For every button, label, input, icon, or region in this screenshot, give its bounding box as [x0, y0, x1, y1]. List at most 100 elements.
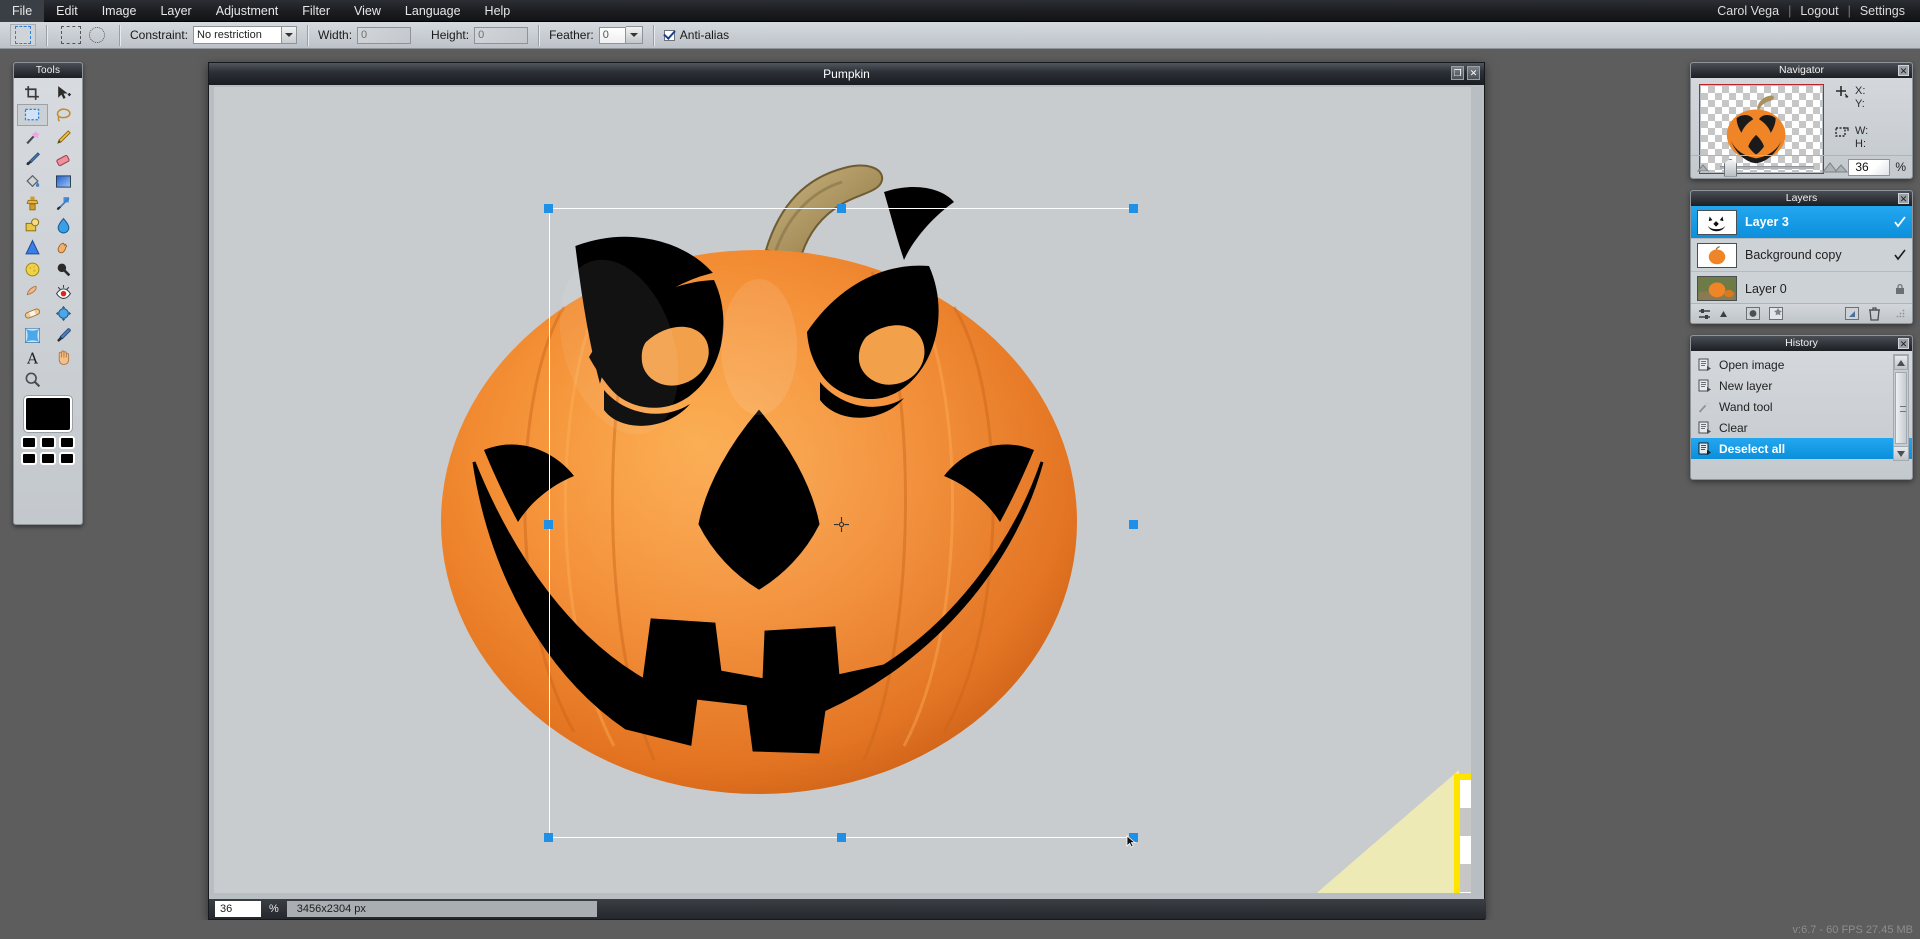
constraint-select[interactable]: No restriction [193, 26, 298, 44]
red-eye-tool[interactable] [48, 280, 79, 302]
clone-stamp-tool[interactable] [17, 192, 48, 214]
menu-item-filter[interactable]: Filter [290, 0, 342, 22]
layers-title-text: Layers [1785, 192, 1818, 204]
sharpen-tool[interactable] [17, 236, 48, 258]
pinch-tool[interactable] [17, 324, 48, 346]
hand-tool[interactable] [48, 346, 79, 368]
bandaid-tool[interactable] [17, 302, 48, 324]
type-tool[interactable]: A [17, 346, 48, 368]
history-item-clear[interactable]: Clear [1691, 417, 1912, 438]
trash-icon[interactable] [1868, 306, 1881, 321]
dodge-tool[interactable] [48, 236, 79, 258]
restore-window-button[interactable]: ❐ [1451, 66, 1464, 80]
menu-item-layer[interactable]: Layer [148, 0, 203, 22]
menu-item-language[interactable]: Language [393, 0, 473, 22]
eyedropper-tool[interactable] [48, 324, 79, 346]
antialias-checkbox[interactable] [663, 29, 675, 41]
chevron-down-icon[interactable] [281, 27, 297, 43]
bloat-tool[interactable] [48, 302, 79, 324]
scroll-up-arrow-icon[interactable] [1894, 355, 1908, 370]
caret-up-icon[interactable] [1720, 310, 1727, 317]
menu-item-adjustment[interactable]: Adjustment [204, 0, 291, 22]
eraser-tool[interactable] [48, 148, 79, 170]
close-icon[interactable]: ✕ [1898, 338, 1909, 349]
layer-row-layer-3[interactable]: Layer 3 [1691, 206, 1912, 239]
history-scrollbar[interactable] [1893, 354, 1909, 461]
zoom-slider-track[interactable] [1720, 158, 1815, 177]
close-icon[interactable]: ✕ [1898, 65, 1909, 76]
antialias-group[interactable]: Anti-alias [654, 22, 739, 49]
resize-grip-icon[interactable] [1896, 309, 1905, 318]
history-item-deselect-all[interactable]: Deselect all [1691, 438, 1912, 459]
foreground-color-swatch[interactable] [24, 396, 72, 432]
layer-lock-icon[interactable] [1894, 283, 1906, 295]
magic-wand-tool[interactable] [17, 126, 48, 148]
width-input[interactable]: 0 [357, 26, 412, 44]
zoom-tool[interactable] [17, 368, 48, 390]
rectangular-marquee-tool[interactable] [17, 104, 48, 126]
history-item-new-layer[interactable]: New layer [1691, 375, 1912, 396]
layer-mask-icon[interactable] [1746, 307, 1760, 320]
close-icon[interactable]: ✕ [1898, 193, 1909, 204]
color-swatch[interactable] [40, 452, 56, 465]
selection-handle-bottom-center[interactable] [837, 833, 846, 842]
duplicate-layer-icon[interactable] [1845, 307, 1859, 320]
canvas-area[interactable]: Place your cursor on the corner arrows. … [214, 87, 1471, 893]
layer-row-layer-0[interactable]: Layer 0 [1691, 272, 1912, 305]
color-swatch[interactable] [59, 436, 75, 449]
smudge-tool[interactable] [48, 192, 79, 214]
selection-mode-group [47, 22, 119, 49]
gradient-tool[interactable] [48, 170, 79, 192]
scroll-down-arrow-icon[interactable] [1893, 446, 1909, 461]
height-input[interactable]: 0 [474, 26, 529, 44]
navigator-zoom-input[interactable]: 36 [1848, 158, 1891, 176]
menu-item-file[interactable]: File [0, 0, 45, 22]
zoom-level-input[interactable]: 36 [215, 901, 261, 917]
feather-input[interactable]: 0 [598, 26, 626, 44]
document-title-bar[interactable]: Pumpkin ❐ ✕ [209, 63, 1484, 85]
layer-visibility-checkbox[interactable] [1894, 216, 1906, 228]
close-window-button[interactable]: ✕ [1467, 66, 1480, 80]
pencil-tool[interactable] [48, 126, 79, 148]
sponge-tool[interactable] [17, 258, 48, 280]
shape-tool[interactable] [17, 214, 48, 236]
settings-link[interactable]: Settings [1851, 0, 1914, 22]
menu-item-help[interactable]: Help [473, 0, 523, 22]
history-list: Open image New layer Wand tool Clear Des… [1691, 351, 1912, 459]
selection-bottom-edge [549, 837, 1134, 838]
clone-brush-tool[interactable] [17, 280, 48, 302]
history-scrollbar-thumb[interactable] [1895, 372, 1907, 444]
paint-bucket-tool[interactable] [17, 170, 48, 192]
color-swatch[interactable] [40, 436, 56, 449]
user-name[interactable]: Carol Vega [1708, 0, 1788, 22]
selection-handle-top-right[interactable] [1129, 204, 1138, 213]
menu-item-edit[interactable]: Edit [44, 0, 90, 22]
logout-link[interactable]: Logout [1791, 0, 1847, 22]
selection-handle-middle-right[interactable] [1129, 520, 1138, 529]
layer-row-background-copy[interactable]: Background copy [1691, 239, 1912, 272]
color-swatch[interactable] [21, 452, 37, 465]
history-item-wand-tool[interactable]: Wand tool [1691, 396, 1912, 417]
lasso-tool[interactable] [48, 104, 79, 126]
brush-tool[interactable] [17, 148, 48, 170]
layer-visibility-checkbox[interactable] [1894, 249, 1906, 261]
crop-tool[interactable] [17, 82, 48, 104]
new-layer-icon[interactable] [1769, 307, 1783, 320]
feather-dropdown-icon[interactable] [625, 26, 643, 44]
zoom-slider-thumb[interactable] [1724, 158, 1737, 177]
zoom-out-icon[interactable] [1697, 163, 1712, 172]
zoom-magnifier-inset [1274, 770, 1471, 893]
zoom-in-icon[interactable] [1822, 161, 1849, 173]
color-swatch[interactable] [59, 452, 75, 465]
burn-tool[interactable] [48, 258, 79, 280]
elliptical-select-icon[interactable] [89, 27, 105, 43]
history-item-open-image[interactable]: Open image [1691, 354, 1912, 375]
color-swatch[interactable] [21, 436, 37, 449]
rectangular-select-icon[interactable] [61, 26, 81, 44]
selection-handle-bottom-left[interactable] [544, 833, 553, 842]
move-tool[interactable] [48, 82, 79, 104]
blur-tool[interactable] [48, 214, 79, 236]
menu-item-image[interactable]: Image [90, 0, 149, 22]
menu-item-view[interactable]: View [342, 0, 393, 22]
layer-properties-icon[interactable] [1698, 308, 1711, 320]
